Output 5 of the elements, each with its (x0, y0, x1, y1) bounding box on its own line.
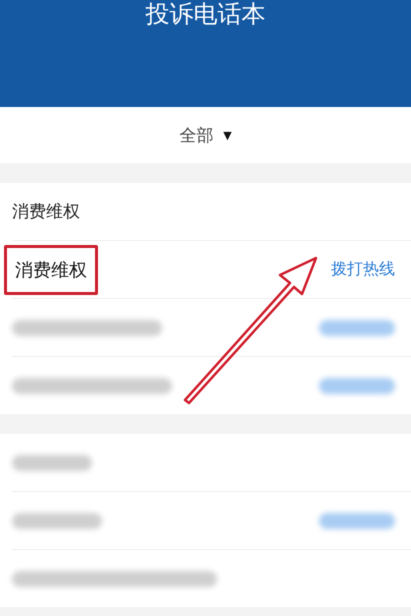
hotline-name: 消费维权 (15, 260, 87, 280)
page-title: 投诉电话本 (146, 1, 266, 27)
filter-dropdown[interactable]: 全部 ▼ (179, 124, 232, 146)
call-hotline-link[interactable]: 拨打热线 (331, 259, 395, 280)
section-heading: 消费维权 (12, 201, 80, 223)
